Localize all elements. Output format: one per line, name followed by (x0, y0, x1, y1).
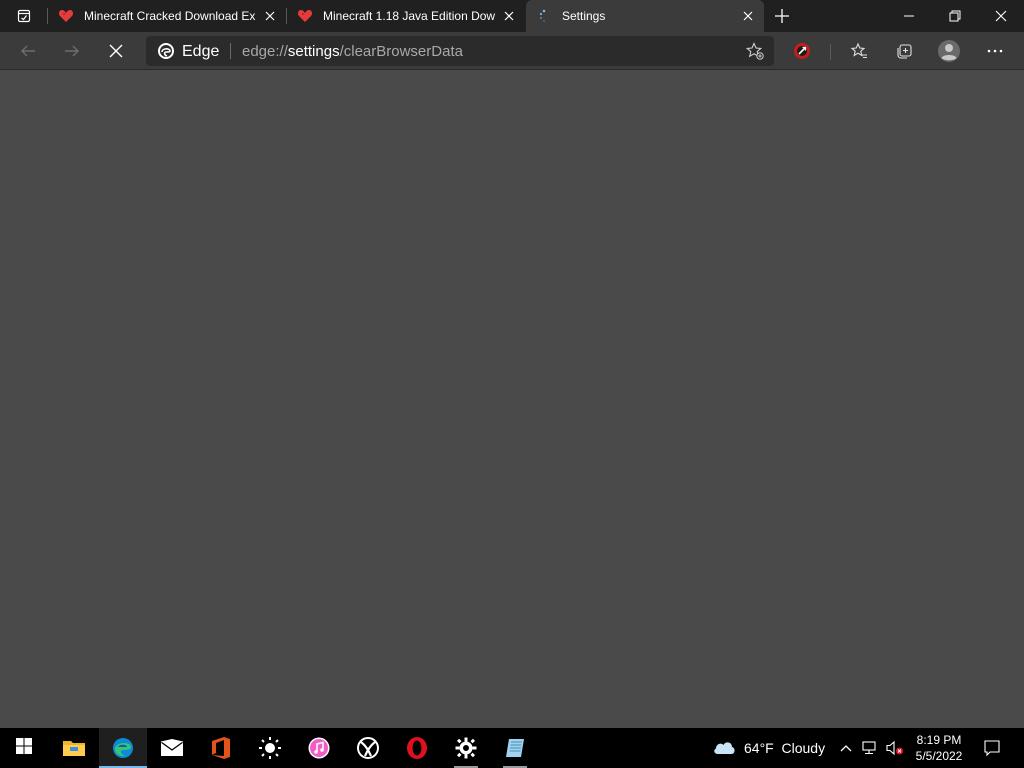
tab-minecraft-java[interactable]: Minecraft 1.18 Java Edition Dowr (287, 0, 525, 32)
opera-icon[interactable] (393, 728, 441, 768)
cloud-icon (712, 738, 736, 759)
edge-logo-icon (158, 43, 174, 59)
minecraft-heart-icon (58, 8, 74, 24)
brightness-app-icon[interactable] (246, 728, 294, 768)
stop-loading-icon[interactable] (104, 39, 128, 63)
clock-time: 8:19 PM (916, 733, 962, 747)
close-icon[interactable] (742, 10, 754, 22)
browser-toolbar: Edge edge://settings/clearBrowserData (0, 32, 1024, 70)
toolbar-divider (830, 44, 831, 60)
window-close-icon[interactable] (978, 0, 1024, 32)
weather-condition: Cloudy (781, 740, 826, 756)
tab-settings[interactable]: Settings (526, 0, 764, 32)
address-divider (230, 43, 231, 59)
office-icon[interactable] (197, 728, 245, 768)
notifications-icon[interactable] (980, 736, 1004, 760)
url-text[interactable]: edge://settings/clearBrowserData (242, 44, 463, 60)
weather-temp: 64°F (744, 740, 774, 756)
url-host: settings (287, 43, 340, 60)
system-clock[interactable]: 8:19 PM 5/5/2022 (904, 732, 974, 764)
minimize-icon[interactable] (886, 0, 932, 32)
tab-title: Minecraft 1.18 Java Edition Dowr (323, 9, 495, 23)
address-bar[interactable]: Edge edge://settings/clearBrowserData (146, 36, 774, 66)
loading-spinner-icon (536, 8, 552, 24)
start-button[interactable] (0, 728, 48, 768)
profile-avatar-icon[interactable] (937, 39, 961, 63)
volume-muted-icon[interactable] (885, 738, 905, 758)
favorites-icon[interactable] (847, 39, 871, 63)
mail-icon[interactable] (148, 728, 196, 768)
tab-minecraft-cracked[interactable]: Minecraft Cracked Download Ex (48, 0, 286, 32)
weather-widget[interactable]: 64°F Cloudy (712, 738, 825, 758)
tab-title: Minecraft Cracked Download Ex (84, 9, 256, 23)
tab-strip: Minecraft Cracked Download Ex Minecraft … (0, 0, 1024, 32)
clock-date: 5/5/2022 (915, 749, 963, 763)
add-favorite-icon[interactable] (745, 42, 764, 60)
address-brand-label: Edge (182, 43, 220, 60)
minecraft-heart-icon (297, 8, 313, 24)
back-arrow-icon[interactable] (16, 39, 40, 63)
new-tab-icon[interactable] (772, 6, 792, 26)
url-path: /clearBrowserData (339, 43, 463, 60)
close-icon[interactable] (503, 10, 515, 22)
tab-actions-icon[interactable] (8, 6, 40, 26)
more-options-icon[interactable] (983, 39, 1007, 63)
xbox-icon[interactable] (344, 728, 392, 768)
page-content-loading (0, 70, 1024, 728)
tab-title: Settings (562, 9, 606, 23)
windows-taskbar: 64°F Cloudy 8:19 PM 5/5/2022 (0, 728, 1024, 768)
notepad-app-icon[interactable] (491, 728, 539, 768)
network-icon[interactable] (860, 738, 880, 758)
file-explorer-icon[interactable] (50, 728, 98, 768)
collections-icon[interactable] (892, 39, 916, 63)
settings-gear-icon[interactable] (442, 728, 490, 768)
forward-arrow-icon[interactable] (60, 39, 84, 63)
extension-icon[interactable] (790, 39, 814, 63)
edge-icon[interactable] (99, 728, 147, 768)
close-icon[interactable] (264, 10, 276, 22)
itunes-icon[interactable] (295, 728, 343, 768)
url-scheme: edge:// (242, 43, 288, 60)
chevron-up-icon[interactable] (836, 738, 856, 758)
restore-icon[interactable] (932, 0, 978, 32)
windows-logo-icon (15, 737, 33, 760)
